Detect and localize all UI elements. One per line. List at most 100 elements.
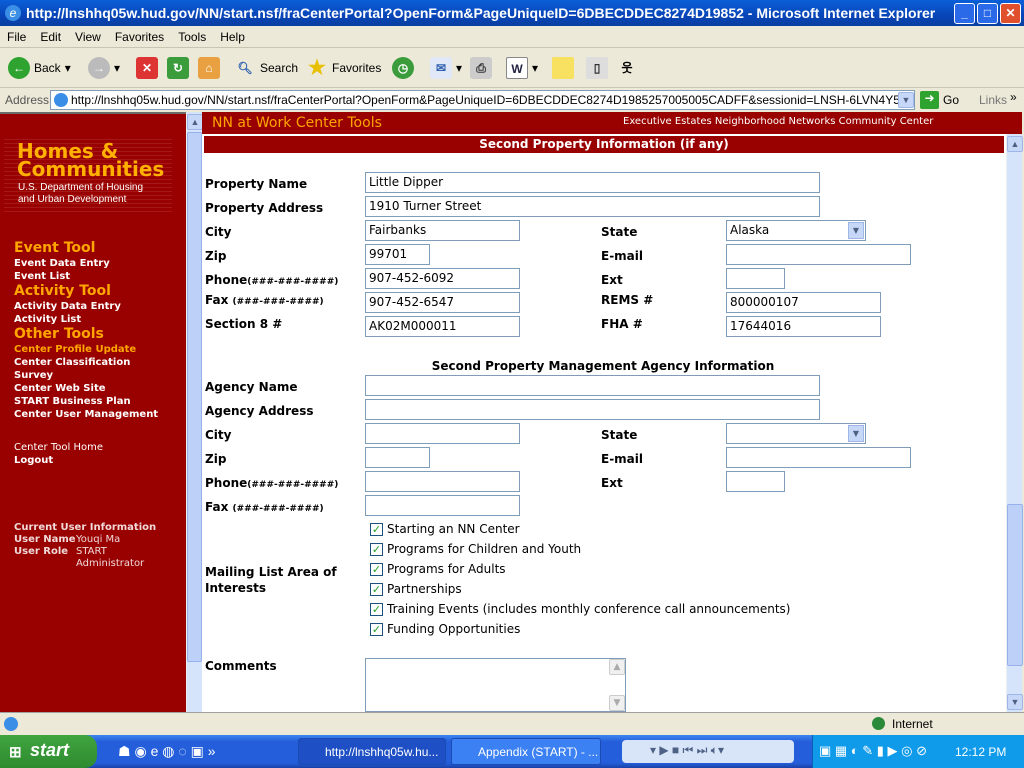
scroll-up-arrow[interactable]: ▲ (187, 114, 203, 130)
go-arrow-icon[interactable]: ➜ (920, 91, 939, 109)
nav-center-profile-update[interactable]: Center Profile Update (14, 344, 136, 355)
menu-edit[interactable]: Edit (33, 26, 68, 48)
comments-label: Comments (205, 659, 277, 673)
address-input[interactable]: http://lnshhq05w.hud.gov/NN/start.nsf/fr… (50, 90, 915, 110)
favorites-button[interactable]: ★ Favorites (306, 56, 381, 80)
rems-input[interactable]: 800000107 (726, 292, 881, 313)
zip-input[interactable]: 99701 (365, 244, 430, 265)
nav-center-tool-home[interactable]: Center Tool Home (14, 442, 103, 453)
maximize-button[interactable]: □ (977, 3, 998, 24)
nav-activity-data-entry[interactable]: Activity Data Entry (14, 301, 121, 312)
quicklaunch-icon[interactable]: ☗ (118, 743, 131, 759)
fax-input[interactable]: 907-452-6547 (365, 292, 520, 313)
mail-button[interactable]: ✉ ▾ (430, 56, 462, 80)
agency-ext-input[interactable] (726, 471, 785, 492)
search-icon: 🔍︎ (237, 61, 253, 75)
print-button[interactable]: ⎙ (470, 56, 492, 80)
property-address-input[interactable]: 1910 Turner Street (365, 196, 820, 217)
agency-city-label: City (205, 428, 232, 442)
comments-textarea[interactable]: ▲ ▼ (365, 658, 626, 712)
nav-logout[interactable]: Logout (14, 455, 53, 466)
state-select[interactable]: Alaska ▼ (726, 220, 866, 241)
agency-name-input[interactable] (365, 375, 820, 396)
quicklaunch-icon[interactable]: ▣ (191, 743, 204, 759)
checkbox-starting-nn-center[interactable]: ✓ Starting an NN Center (370, 522, 520, 536)
user-role-cont: Administrator (76, 558, 145, 569)
minimize-button[interactable]: _ (954, 3, 975, 24)
device-icon: ▯ (586, 57, 608, 79)
checkbox-training-events[interactable]: ✓ Training Events (includes monthly confe… (370, 602, 790, 616)
agency-email-label: E-mail (601, 452, 644, 466)
research-button[interactable]: 웃 (616, 56, 638, 80)
nav-start-business-plan[interactable]: START Business Plan (14, 396, 131, 407)
ext-input[interactable] (726, 268, 785, 289)
property-name-input[interactable]: Little Dipper (365, 172, 820, 193)
messenger-button[interactable]: ▯ (586, 56, 608, 80)
checkbox-partnerships[interactable]: ✓ Partnerships (370, 582, 462, 596)
go-button[interactable]: Go (943, 93, 959, 107)
menu-help[interactable]: Help (213, 26, 252, 48)
scroll-down-arrow[interactable]: ▼ (1007, 694, 1023, 710)
task-word[interactable]: Appendix (START) - ... (451, 738, 601, 765)
agency-city-input[interactable] (365, 423, 520, 444)
back-button[interactable]: ← Back ▾ (8, 56, 71, 80)
scroll-thumb[interactable] (1007, 504, 1023, 666)
nav-center-classification[interactable]: Center Classification (14, 357, 130, 368)
nav-activity-list[interactable]: Activity List (14, 314, 81, 325)
nav-center-user-management[interactable]: Center User Management (14, 409, 158, 420)
edit-button[interactable]: W ▾ (506, 56, 538, 80)
stop-button[interactable]: ✕ (136, 56, 158, 80)
search-button[interactable]: 🔍︎ Search (234, 56, 298, 80)
city-input[interactable]: Fairbanks (365, 220, 520, 241)
email-input[interactable] (726, 244, 911, 265)
agency-email-input[interactable] (726, 447, 911, 468)
agency-address-input[interactable] (365, 399, 820, 420)
links-button[interactable]: Links (979, 93, 1007, 107)
close-button[interactable]: ✕ (1000, 3, 1021, 24)
task-ie[interactable]: http://lnshhq05w.hu... (298, 738, 446, 765)
scroll-up-arrow[interactable]: ▲ (1007, 136, 1023, 152)
tray-icons[interactable]: ▣ ▦ ◐ ✎ ▮ ▶ ◎ ⊘ (819, 743, 927, 759)
media-player-toolbar[interactable]: ▾ ▶ ■ ⏮ ⏭ 🔈︎▾ (622, 740, 794, 763)
checkbox-programs-adults[interactable]: ✓ Programs for Adults (370, 562, 506, 576)
home-icon: ⌂ (198, 57, 220, 79)
nav-survey[interactable]: Survey (14, 370, 53, 381)
menu-file[interactable]: File (0, 26, 33, 48)
address-dropdown[interactable]: ▼ (898, 92, 914, 108)
menu-tools[interactable]: Tools (171, 26, 213, 48)
forward-button[interactable]: → ▾ (88, 56, 120, 80)
nav-event-data-entry[interactable]: Event Data Entry (14, 258, 110, 269)
firefox-icon[interactable]: ◍ (162, 743, 174, 759)
agency-zip-input[interactable] (365, 447, 430, 468)
home-button[interactable]: ⌂ (198, 56, 220, 80)
nav-event-list[interactable]: Event List (14, 271, 70, 282)
checkbox-programs-children-youth[interactable]: ✓ Programs for Children and Youth (370, 542, 581, 556)
system-tray: ▣ ▦ ◐ ✎ ▮ ▶ ◎ ⊘ 12:12 PM (812, 735, 1024, 768)
ie-icon: e (5, 5, 21, 21)
menu-view[interactable]: View (68, 26, 108, 48)
fha-input[interactable]: 17644016 (726, 316, 881, 337)
left-frame-scrollbar[interactable]: ▲ (186, 112, 203, 712)
nav-center-web-site[interactable]: Center Web Site (14, 383, 106, 394)
section8-input[interactable]: AK02M000011 (365, 316, 520, 337)
chevron-right-icon[interactable]: » (1010, 90, 1017, 104)
history-button[interactable]: ◷ (392, 56, 414, 80)
phone-input[interactable]: 907-452-6092 (365, 268, 520, 289)
menu-favorites[interactable]: Favorites (108, 26, 171, 48)
ie-quicklaunch-icon[interactable]: e (151, 743, 159, 759)
quicklaunch-icon[interactable]: ◌ (178, 743, 186, 759)
agency-phone-input[interactable] (365, 471, 520, 492)
checkbox-funding-opportunities[interactable]: ✓ Funding Opportunities (370, 622, 520, 636)
agency-state-select[interactable]: ▼ (726, 423, 866, 444)
email-label: E-mail (601, 249, 644, 263)
refresh-button[interactable]: ↻ (167, 56, 189, 80)
toolbar: ← Back ▾ → ▾ ✕ ↻ ⌂ 🔍︎ Search ★ Favorites ◷ … (0, 48, 1024, 88)
state-label: State (601, 225, 638, 239)
scroll-thumb[interactable] (187, 132, 202, 662)
agency-fax-input[interactable] (365, 495, 520, 516)
agency-heading: Second Property Management Agency Inform… (431, 359, 775, 373)
main-scrollbar[interactable]: ▲ ▼ (1006, 134, 1023, 712)
start-button[interactable]: ⊞ start (0, 735, 97, 768)
quicklaunch-icon[interactable]: ◉ (134, 743, 146, 759)
discuss-button[interactable] (552, 56, 574, 80)
